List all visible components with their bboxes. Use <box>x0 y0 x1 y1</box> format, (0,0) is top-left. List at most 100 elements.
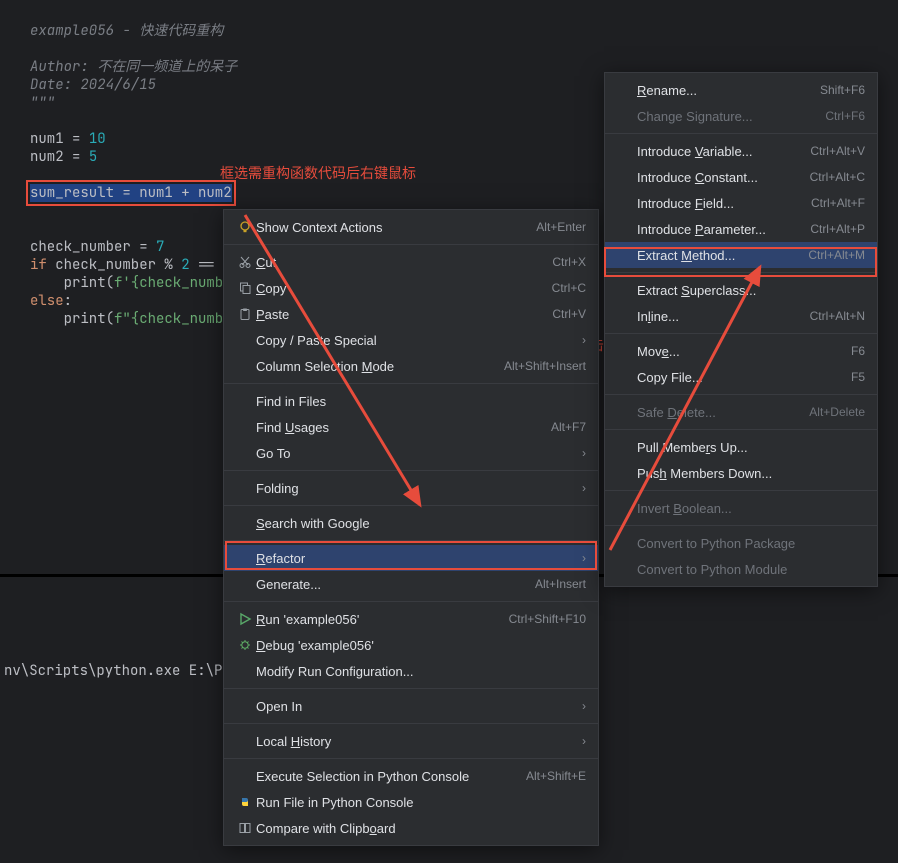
ctx-refactor[interactable]: Refactor› <box>224 545 598 571</box>
ctx-local-history[interactable]: Local History› <box>224 728 598 754</box>
menu-item-label: Invert Boolean... <box>637 501 865 516</box>
menu-item-label: Find in Files <box>256 394 586 409</box>
code-num: 5 <box>89 148 97 166</box>
menu-item-hotkey: Ctrl+Shift+F10 <box>509 612 586 626</box>
menu-item-label: Safe Delete... <box>637 405 809 420</box>
ctx-go-to[interactable]: Go To› <box>224 440 598 466</box>
ctx-modify-run-configuration[interactable]: Modify Run Configuration... <box>224 658 598 684</box>
menu-item-label: Change Signature... <box>637 109 825 124</box>
ctx-compare-with-clipboard[interactable]: Compare with Clipboard <box>224 815 598 841</box>
menu-item-hotkey: Ctrl+C <box>552 281 586 295</box>
ctx-paste[interactable]: PasteCtrl+V <box>224 301 598 327</box>
menu-item-hotkey: Ctrl+Alt+V <box>810 144 865 158</box>
menu-item-label: Copy <box>256 281 552 296</box>
annotation-select: 框选需重构函数代码后右键鼠标 <box>220 163 416 183</box>
chevron-right-icon: › <box>574 333 586 347</box>
code-var: num2 <box>30 148 64 166</box>
menu-item-hotkey: Ctrl+V <box>552 307 586 321</box>
refactor-copy-file[interactable]: Copy File...F5 <box>605 364 877 390</box>
menu-item-label: Modify Run Configuration... <box>256 664 586 679</box>
refactor-rename[interactable]: Rename...Shift+F6 <box>605 77 877 103</box>
menu-item-label: Generate... <box>256 577 535 592</box>
menu-separator <box>605 490 877 491</box>
menu-item-label: Introduce Parameter... <box>637 222 810 237</box>
ctx-cut[interactable]: CutCtrl+X <box>224 249 598 275</box>
menu-item-hotkey: Ctrl+Alt+M <box>808 248 865 262</box>
menu-item-hotkey: Ctrl+F6 <box>825 109 865 123</box>
chevron-right-icon: › <box>574 481 586 495</box>
ctx-debug-example056[interactable]: Debug 'example056' <box>224 632 598 658</box>
menu-item-label: Execute Selection in Python Console <box>256 769 526 784</box>
menu-item-hotkey: F6 <box>851 344 865 358</box>
code-var: num1 <box>30 130 64 148</box>
refactor-pull-members-up[interactable]: Pull Members Up... <box>605 434 877 460</box>
menu-item-hotkey: Alt+F7 <box>551 420 586 434</box>
menu-item-hotkey: Alt+Delete <box>809 405 865 419</box>
selected-code[interactable]: sum_result = num1 + num2 <box>30 184 232 202</box>
refactor-change-signature: Change Signature...Ctrl+F6 <box>605 103 877 129</box>
menu-item-label: Push Members Down... <box>637 466 865 481</box>
menu-item-hotkey: Shift+F6 <box>820 83 865 97</box>
menu-item-hotkey: Alt+Enter <box>536 220 586 234</box>
menu-item-label: Convert to Python Module <box>637 562 865 577</box>
refactor-introduce-field[interactable]: Introduce Field...Ctrl+Alt+F <box>605 190 877 216</box>
menu-item-label: Copy File... <box>637 370 851 385</box>
refactor-convert-to-python-module: Convert to Python Module <box>605 556 877 582</box>
refactor-invert-boolean: Invert Boolean... <box>605 495 877 521</box>
chevron-right-icon: › <box>574 699 586 713</box>
ctx-column-selection-mode[interactable]: Column Selection ModeAlt+Shift+Insert <box>224 353 598 379</box>
menu-item-label: Compare with Clipboard <box>256 821 586 836</box>
refactor-introduce-variable[interactable]: Introduce Variable...Ctrl+Alt+V <box>605 138 877 164</box>
code-num: 10 <box>89 130 106 148</box>
menu-item-label: Copy / Paste Special <box>256 333 574 348</box>
chevron-right-icon: › <box>574 734 586 748</box>
ctx-find-usages[interactable]: Find UsagesAlt+F7 <box>224 414 598 440</box>
run-icon <box>234 612 256 626</box>
comment-line: example056 - 快速代码重构 <box>30 22 223 40</box>
menu-item-label: Run File in Python Console <box>256 795 586 810</box>
menu-item-hotkey: Alt+Insert <box>535 577 586 591</box>
menu-item-hotkey: Ctrl+X <box>552 255 586 269</box>
menu-item-label: Cut <box>256 255 552 270</box>
menu-item-label: Inline... <box>637 309 810 324</box>
refactor-inline[interactable]: Inline...Ctrl+Alt+N <box>605 303 877 329</box>
menu-item-hotkey: Ctrl+Alt+P <box>810 222 865 236</box>
menu-item-label: Run 'example056' <box>256 612 509 627</box>
comment-line: Date: 2024/6/15 <box>30 76 156 94</box>
refactor-push-members-down[interactable]: Push Members Down... <box>605 460 877 486</box>
refactor-extract-method[interactable]: Extract Method...Ctrl+Alt+M <box>605 242 877 268</box>
menu-separator <box>224 688 598 689</box>
ctx-copy-paste-special[interactable]: Copy / Paste Special› <box>224 327 598 353</box>
refactor-introduce-parameter[interactable]: Introduce Parameter...Ctrl+Alt+P <box>605 216 877 242</box>
ctx-find-in-files[interactable]: Find in Files <box>224 388 598 414</box>
menu-separator <box>605 133 877 134</box>
context-menu: Show Context ActionsAlt+EnterCutCtrl+XCo… <box>223 209 599 846</box>
menu-separator <box>605 333 877 334</box>
ctx-generate[interactable]: Generate...Alt+Insert <box>224 571 598 597</box>
menu-item-label: Move... <box>637 344 851 359</box>
ctx-search-with-google[interactable]: Search with Google <box>224 510 598 536</box>
cut-icon <box>234 255 256 269</box>
menu-item-hotkey: Alt+Shift+E <box>526 769 586 783</box>
copy-icon <box>234 281 256 295</box>
ctx-run-file-in-python-console[interactable]: Run File in Python Console <box>224 789 598 815</box>
ctx-show-context-actions[interactable]: Show Context ActionsAlt+Enter <box>224 214 598 240</box>
ctx-execute-selection-in-python-console[interactable]: Execute Selection in Python ConsoleAlt+S… <box>224 763 598 789</box>
chevron-right-icon: › <box>574 446 586 460</box>
refactor-introduce-constant[interactable]: Introduce Constant...Ctrl+Alt+C <box>605 164 877 190</box>
menu-item-hotkey: Alt+Shift+Insert <box>504 359 586 373</box>
ctx-folding[interactable]: Folding› <box>224 475 598 501</box>
ctx-open-in[interactable]: Open In› <box>224 693 598 719</box>
ctx-run-example056[interactable]: Run 'example056'Ctrl+Shift+F10 <box>224 606 598 632</box>
chevron-right-icon: › <box>574 551 586 565</box>
refactor-extract-superclass[interactable]: Extract Superclass... <box>605 277 877 303</box>
comment-line: """ <box>30 94 55 112</box>
menu-separator <box>224 505 598 506</box>
refactor-move[interactable]: Move...F6 <box>605 338 877 364</box>
ctx-copy[interactable]: CopyCtrl+C <box>224 275 598 301</box>
debug-icon <box>234 638 256 652</box>
bulb-icon <box>234 220 256 234</box>
menu-separator <box>605 272 877 273</box>
menu-item-label: Introduce Field... <box>637 196 811 211</box>
menu-separator <box>605 525 877 526</box>
